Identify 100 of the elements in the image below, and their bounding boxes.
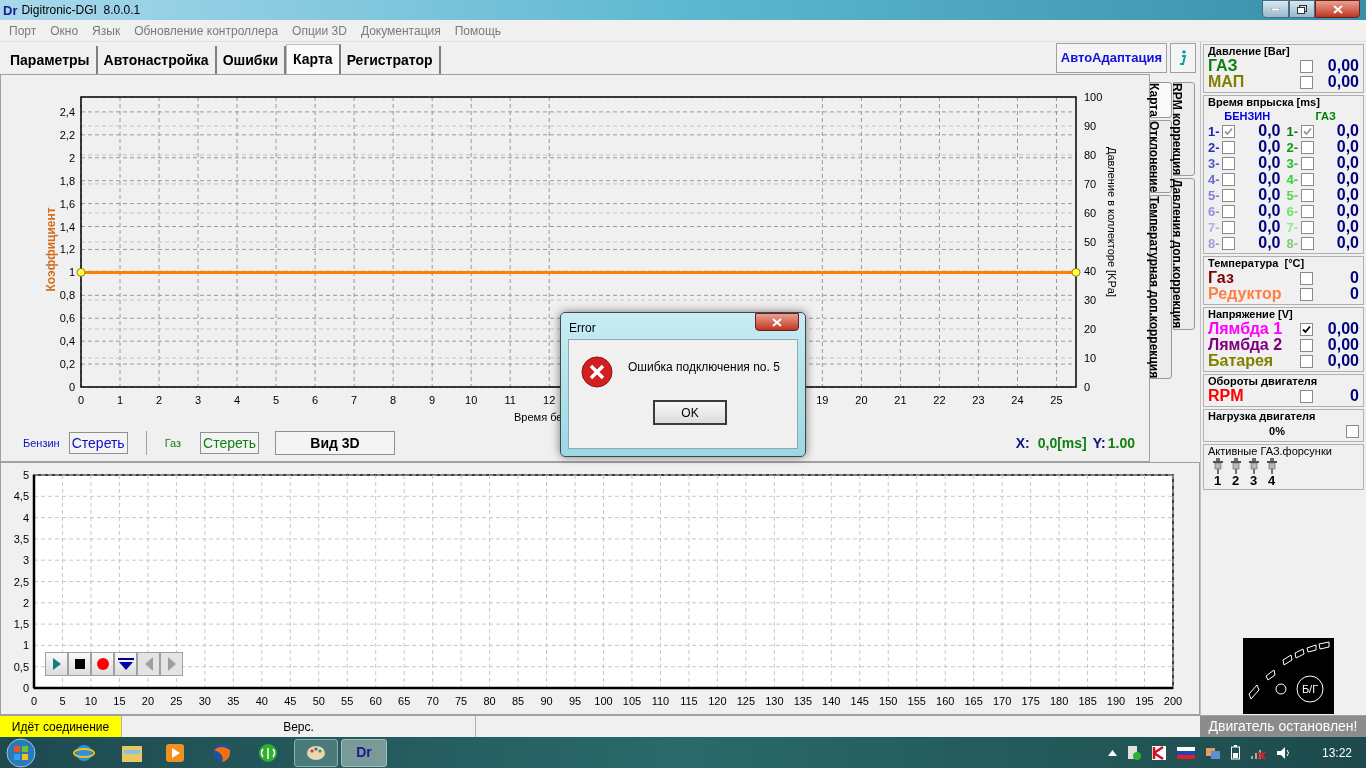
injection-time: 0,0 — [1258, 155, 1281, 171]
checkbox[interactable] — [1300, 389, 1313, 403]
checkbox[interactable] — [1300, 124, 1314, 138]
x-tick-label: 155 — [907, 695, 926, 707]
sensor-value: 0,00 — [1327, 321, 1359, 337]
y-tick-label: 4 — [22, 511, 29, 524]
tab[interactable]: Карта — [286, 44, 341, 74]
injector-icon — [1248, 458, 1259, 474]
fuel-mode-label: Б/Г — [1301, 683, 1319, 695]
checkbox[interactable] — [1300, 220, 1314, 234]
ok-button[interactable]: OK — [653, 400, 727, 425]
group-title: Температура [°C] — [1208, 257, 1306, 270]
close-icon — [1332, 4, 1343, 14]
sensor-value: 0,00 — [1327, 353, 1359, 369]
menu-item[interactable]: Язык — [85, 21, 128, 40]
caret-up-icon[interactable] — [1107, 749, 1117, 756]
checkbox[interactable] — [1346, 424, 1359, 438]
close-button[interactable] — [755, 313, 799, 331]
menu-item[interactable]: Опции 3D — [285, 21, 354, 40]
checkbox[interactable] — [1300, 271, 1313, 285]
checkbox[interactable] — [1300, 322, 1313, 336]
checkbox[interactable] — [1300, 59, 1313, 73]
checkbox[interactable] — [1222, 188, 1235, 202]
checkbox[interactable] — [1300, 156, 1314, 170]
info-button[interactable] — [1170, 43, 1196, 73]
antenna-icon[interactable] — [257, 741, 279, 764]
clock[interactable]: 13:22 — [1321, 743, 1352, 762]
checkbox[interactable] — [1300, 75, 1313, 89]
checkbox[interactable] — [1222, 172, 1235, 186]
x-tick-label: 21 — [894, 394, 907, 406]
x-tick-label: 20 — [141, 695, 154, 707]
checkbox[interactable] — [1300, 287, 1313, 301]
menu-item[interactable]: Обновление контроллера — [127, 21, 286, 40]
injector-number: 1 — [1213, 474, 1222, 487]
data-point[interactable] — [1071, 268, 1081, 277]
injector-icon — [1266, 458, 1277, 474]
checkbox[interactable] — [1222, 236, 1235, 250]
checkbox[interactable] — [1300, 204, 1314, 218]
menu-item[interactable]: Помощь — [447, 21, 509, 40]
clear-button[interactable]: Стереть — [68, 432, 128, 454]
taskbar-button[interactable]: Dr — [341, 738, 387, 767]
view-3d-button[interactable]: Вид 3D — [275, 431, 395, 455]
data-point[interactable] — [76, 268, 86, 277]
toolbar-button[interactable] — [68, 652, 91, 676]
x-tick-label: 22 — [933, 394, 946, 406]
flag-icon[interactable] — [1176, 746, 1195, 759]
checkbox[interactable] — [1222, 220, 1235, 234]
taskbar-button[interactable] — [294, 738, 338, 767]
checkbox[interactable] — [1222, 204, 1235, 218]
checkbox[interactable] — [1222, 124, 1235, 138]
autoadapt-button[interactable]: АвтоАдаптация — [1055, 43, 1167, 73]
y-tick-label: 20 — [1084, 323, 1097, 335]
shield-icon[interactable] — [1150, 744, 1167, 761]
toolbar-button[interactable] — [114, 652, 137, 676]
close-button[interactable] — [1315, 0, 1360, 18]
group-title: Давление [Bar] — [1208, 45, 1291, 58]
injection-time: 0,0 — [1258, 235, 1281, 251]
checkbox[interactable] — [1300, 338, 1313, 352]
checkbox[interactable] — [1300, 236, 1314, 250]
speaker-icon[interactable] — [1275, 745, 1292, 760]
x-tick-label: 6 — [312, 394, 319, 406]
y-tick-label: 1,8 — [59, 174, 75, 187]
checkbox[interactable] — [1222, 156, 1235, 170]
sensor-label: Лямбда 2 — [1208, 337, 1284, 353]
checkbox[interactable] — [1300, 172, 1314, 186]
battery-icon[interactable] — [1230, 745, 1240, 760]
y-tick-label: 90 — [1084, 120, 1097, 132]
error-message: Ошибка подключения no. 5 — [628, 359, 780, 376]
injector-icon — [1212, 458, 1223, 474]
minimize-button[interactable] — [1262, 0, 1289, 18]
y-tick-label: 2 — [22, 596, 29, 609]
maximize-button[interactable] — [1289, 0, 1315, 18]
checkbox[interactable] — [1300, 188, 1314, 202]
cursor-y-label: Y: — [1092, 433, 1106, 453]
injection-time: 0,0 — [1258, 171, 1281, 187]
menu-item[interactable]: Окно — [43, 21, 86, 40]
x-tick-label: 70 — [426, 695, 439, 707]
x-tick-label: 20 — [855, 394, 868, 406]
play-icon[interactable] — [165, 742, 185, 763]
x-tick-label: 11 — [504, 394, 516, 406]
globe-icon[interactable] — [211, 741, 233, 764]
x-tick-label: 95 — [568, 695, 582, 707]
error-icon — [581, 356, 613, 388]
connection-status: Идёт соединение — [0, 716, 121, 737]
x-tick-label: 110 — [651, 695, 670, 707]
x-tick-label: 9 — [429, 394, 436, 406]
menu-item[interactable]: Порт — [2, 21, 44, 40]
engine-status: Двигатель остановлен! — [1200, 716, 1366, 737]
injector-label: 2- — [1286, 140, 1300, 154]
close-icon — [772, 317, 782, 327]
clear-button[interactable]: Стереть — [200, 432, 259, 454]
y-tick-label: 1 — [68, 266, 75, 279]
network-icon[interactable] — [1204, 745, 1221, 760]
document-icon[interactable] — [1126, 744, 1141, 761]
menu-item[interactable]: Документация — [353, 21, 448, 40]
checkbox[interactable] — [1300, 354, 1313, 368]
checkbox[interactable] — [1222, 140, 1235, 154]
checkbox[interactable] — [1300, 140, 1314, 154]
start-button[interactable] — [5, 737, 37, 768]
x-tick-label: 55 — [341, 695, 354, 707]
